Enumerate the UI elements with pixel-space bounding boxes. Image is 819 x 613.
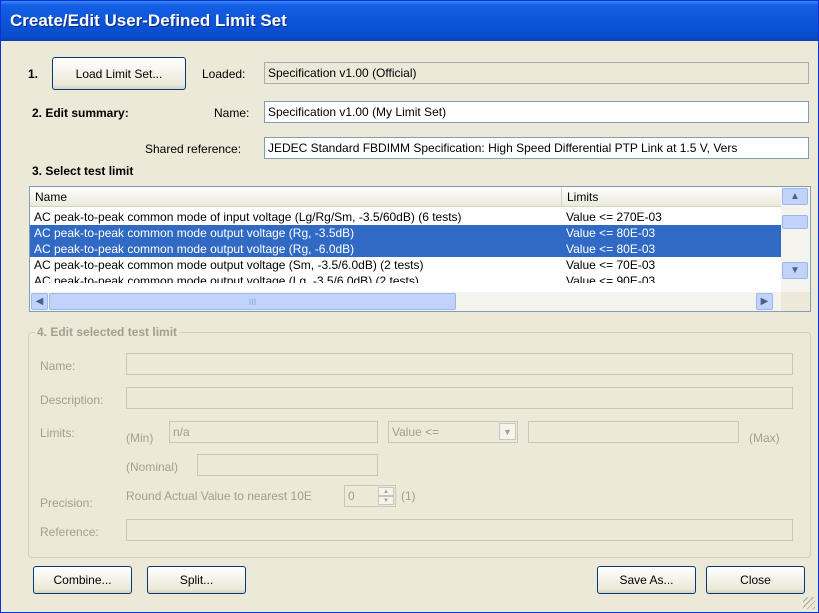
- chevron-down-icon: ▼: [499, 423, 516, 440]
- max-value-input: [528, 421, 739, 443]
- description-input: [126, 387, 793, 409]
- row-name: AC peak-to-peak common mode output volta…: [34, 242, 355, 256]
- shared-reference-label: Shared reference:: [145, 142, 242, 156]
- round-label: Round Actual Value to nearest 10E: [126, 489, 312, 503]
- limit-name-label: Name:: [40, 359, 76, 373]
- reference-label: Reference:: [40, 525, 99, 539]
- operator-value: Value <=: [392, 425, 440, 439]
- edit-summary-heading: 2. Edit summary:: [32, 106, 129, 120]
- description-label: Description:: [40, 393, 104, 407]
- limits-label: Limits:: [40, 426, 75, 440]
- row-name: AC peak-to-peak common mode output volta…: [34, 274, 419, 283]
- scroll-left-icon[interactable]: ◀: [31, 293, 48, 310]
- horizontal-scroll-thumb[interactable]: III: [49, 293, 456, 310]
- row-name: AC peak-to-peak common mode of input vol…: [34, 210, 462, 224]
- title-bar[interactable]: Create/Edit User-Defined Limit Set: [1, 1, 818, 41]
- row-limits: Value <= 270E-03: [566, 210, 662, 224]
- shared-reference-input[interactable]: JEDEC Standard FBDIMM Specification: Hig…: [264, 137, 809, 159]
- scroll-corner: [781, 292, 810, 311]
- precision-stepper: 0 ▲ ▼: [344, 485, 396, 507]
- loaded-label: Loaded:: [202, 67, 246, 81]
- scroll-right-icon[interactable]: ▶: [756, 293, 773, 310]
- loaded-value-field: Specification v1.00 (Official): [264, 62, 809, 84]
- list-header: Name Limits: [30, 187, 781, 207]
- list-row-selected[interactable]: AC peak-to-peak common mode output volta…: [30, 225, 781, 241]
- max-label: (Max): [749, 431, 780, 445]
- scroll-down-icon[interactable]: ▼: [782, 262, 808, 279]
- test-limit-list[interactable]: Name Limits AC peak-to-peak common mode …: [29, 186, 811, 312]
- row-limits: Value <= 70E-03: [566, 258, 656, 272]
- precision-suffix: (1): [401, 489, 416, 503]
- column-header-name[interactable]: Name: [30, 187, 562, 207]
- vertical-scrollbar[interactable]: ▲ ▼: [781, 187, 810, 293]
- dialog-window: Create/Edit User-Defined Limit Set 1. Lo…: [0, 0, 819, 613]
- reference-input: [126, 519, 793, 541]
- stepper-down-icon: ▼: [378, 496, 394, 505]
- nominal-label: (Nominal): [126, 460, 179, 474]
- resize-grip-icon[interactable]: [803, 597, 815, 609]
- precision-label: Precision:: [40, 496, 93, 510]
- edit-test-limit-heading: 4. Edit selected test limit: [35, 325, 180, 339]
- save-as-button[interactable]: Save As...: [597, 566, 696, 594]
- limit-name-input: [126, 353, 793, 375]
- close-button[interactable]: Close: [706, 566, 805, 594]
- load-limit-set-button[interactable]: Load Limit Set...: [52, 57, 186, 90]
- nominal-value-input: [197, 454, 378, 476]
- row-name: AC peak-to-peak common mode output volta…: [34, 258, 424, 272]
- combine-button[interactable]: Combine...: [33, 566, 132, 594]
- split-button[interactable]: Split...: [147, 566, 246, 594]
- list-row[interactable]: AC peak-to-peak common mode output volta…: [30, 257, 781, 273]
- window-title: Create/Edit User-Defined Limit Set: [10, 11, 287, 30]
- precision-value: 0: [348, 489, 355, 503]
- row-name: AC peak-to-peak common mode output volta…: [34, 226, 355, 240]
- min-label: (Min): [126, 431, 154, 445]
- list-row[interactable]: AC peak-to-peak common mode of input vol…: [30, 209, 781, 225]
- horizontal-scrollbar[interactable]: ◀ III ▶: [30, 292, 781, 311]
- column-header-limits[interactable]: Limits: [562, 187, 781, 207]
- row-limits: Value <= 80E-03: [566, 242, 656, 256]
- limit-set-name-input[interactable]: Specification v1.00 (My Limit Set): [264, 101, 809, 123]
- operator-select: Value <= ▼: [388, 421, 518, 443]
- min-value-input: n/a: [169, 421, 378, 443]
- scroll-up-icon[interactable]: ▲: [782, 188, 808, 205]
- list-row-selected[interactable]: AC peak-to-peak common mode output volta…: [30, 241, 781, 257]
- step1-number: 1.: [28, 67, 39, 81]
- row-limits: Value <= 90E-03: [566, 274, 656, 283]
- row-limits: Value <= 80E-03: [566, 226, 656, 240]
- name-label: Name:: [214, 106, 250, 120]
- list-row-partial[interactable]: AC peak-to-peak common mode output volta…: [30, 273, 781, 283]
- select-test-limit-heading: 3. Select test limit: [32, 164, 134, 178]
- vertical-scroll-thumb[interactable]: [782, 215, 808, 229]
